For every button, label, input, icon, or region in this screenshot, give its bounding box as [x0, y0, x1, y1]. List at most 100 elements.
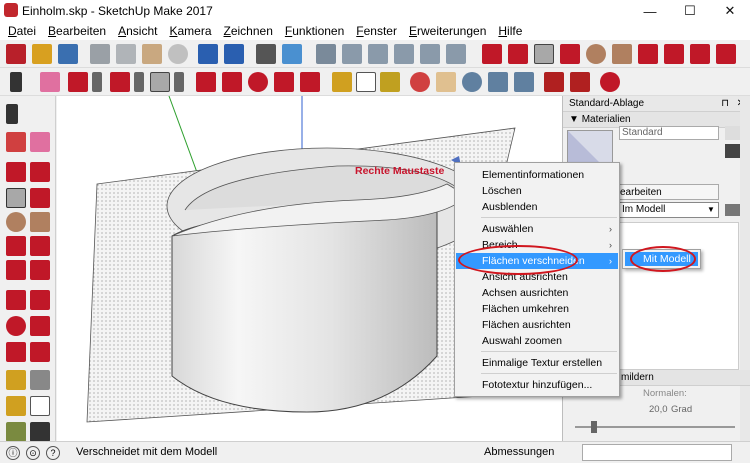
zoom-icon[interactable] — [462, 72, 482, 92]
paint-bucket-icon[interactable] — [380, 72, 400, 92]
scale-icon[interactable] — [274, 72, 294, 92]
question-icon[interactable]: ? — [46, 446, 60, 460]
menu-item-loeschen[interactable]: Löschen — [456, 183, 618, 199]
top-view-icon[interactable] — [342, 44, 362, 64]
move-left-icon[interactable] — [6, 290, 26, 310]
menu-zeichnen[interactable]: Zeichnen — [218, 24, 279, 38]
menu-item-einmalige-textur[interactable]: Einmalige Textur erstellen — [456, 355, 618, 371]
tray-scrollbar[interactable] — [740, 96, 750, 441]
pushpull-left-icon[interactable] — [30, 290, 50, 310]
material-name-field[interactable]: Standard — [619, 126, 719, 140]
ruby-icon[interactable] — [600, 72, 620, 92]
pie-left-icon[interactable] — [30, 260, 50, 280]
tab-edit[interactable]: earbeiten — [619, 184, 719, 200]
dimension-left-icon[interactable] — [30, 370, 50, 390]
paste-icon[interactable] — [142, 44, 162, 64]
menu-item-fototextur[interactable]: Fototextur hinzufügen... — [456, 377, 618, 393]
pan-hand-icon[interactable] — [436, 72, 456, 92]
tape-left-icon[interactable] — [6, 370, 26, 390]
menu-item-elementinformationen[interactable]: Elementinformationen — [456, 167, 618, 183]
line-dropdown-icon[interactable] — [92, 72, 102, 92]
offset-icon[interactable] — [300, 72, 320, 92]
protractor-left-icon[interactable] — [6, 396, 26, 416]
arc2-left-icon[interactable] — [30, 236, 50, 256]
menu-fenster[interactable]: Fenster — [350, 24, 403, 38]
front-view-icon[interactable] — [368, 44, 388, 64]
zoom-extents-icon[interactable] — [514, 72, 534, 92]
rectangle-left-icon[interactable] — [6, 188, 26, 208]
arc-dropdown-icon[interactable] — [134, 72, 144, 92]
undo-icon[interactable] — [198, 44, 218, 64]
axes-left-icon[interactable] — [6, 422, 26, 442]
menu-item-flaechen-ausrichten[interactable]: Flächen ausrichten — [456, 317, 618, 333]
scale-left-icon[interactable] — [6, 342, 26, 362]
polygon-left-icon[interactable] — [30, 212, 50, 232]
geo-icon[interactable]: ⊙ — [26, 446, 40, 460]
text-icon[interactable] — [356, 72, 376, 92]
select-arrow-icon[interactable] — [10, 72, 22, 92]
circle-icon[interactable] — [586, 44, 606, 64]
iso-view-icon[interactable] — [316, 44, 336, 64]
menu-datei[interactable]: Datei — [2, 24, 42, 38]
select-icon[interactable] — [6, 104, 18, 124]
right-view-icon[interactable] — [394, 44, 414, 64]
offset-left-icon[interactable] — [30, 342, 50, 362]
zoom-window-icon[interactable] — [488, 72, 508, 92]
collection-dropdown[interactable]: Im Modell — [619, 202, 719, 218]
extension-warehouse-icon[interactable] — [570, 72, 590, 92]
move-icon[interactable] — [222, 72, 242, 92]
freehand-left-icon[interactable] — [30, 162, 50, 182]
erase-icon[interactable] — [168, 44, 188, 64]
arc-tool-icon[interactable] — [110, 72, 130, 92]
shape-tool-icon[interactable] — [150, 72, 170, 92]
circle-left-icon[interactable] — [6, 212, 26, 232]
save-icon[interactable] — [58, 44, 78, 64]
eraser-left-icon[interactable] — [30, 132, 50, 152]
copy-icon[interactable] — [116, 44, 136, 64]
tape-measure-icon[interactable] — [332, 72, 352, 92]
warehouse-icon[interactable] — [544, 72, 564, 92]
rotate-icon[interactable] — [248, 72, 268, 92]
component-icon[interactable] — [6, 132, 26, 152]
menu-item-achsen-ausrichten[interactable]: Achsen ausrichten — [456, 285, 618, 301]
new-file-icon[interactable] — [6, 44, 26, 64]
close-button[interactable]: ✕ — [710, 0, 750, 22]
shape-dropdown-icon[interactable] — [174, 72, 184, 92]
eraser-icon[interactable] — [40, 72, 60, 92]
angle-slider-thumb[interactable] — [591, 421, 597, 433]
arc-left-icon[interactable] — [6, 236, 26, 256]
line-left-icon[interactable] — [6, 162, 26, 182]
menu-bearbeiten[interactable]: Bearbeiten — [42, 24, 112, 38]
rotated-rect-left-icon[interactable] — [30, 188, 50, 208]
menu-item-auswahl-zoomen[interactable]: Auswahl zoomen — [456, 333, 618, 349]
measurements-box[interactable] — [582, 444, 732, 461]
menu-kamera[interactable]: Kamera — [163, 24, 217, 38]
rotate-left-icon[interactable] — [6, 316, 26, 336]
model-info-icon[interactable] — [282, 44, 302, 64]
3dtext-left-icon[interactable] — [30, 422, 50, 442]
pencil-icon[interactable] — [482, 44, 502, 64]
arc3-left-icon[interactable] — [6, 260, 26, 280]
menu-hilfe[interactable]: Hilfe — [492, 24, 528, 38]
push-pull-icon[interactable] — [196, 72, 216, 92]
open-folder-icon[interactable] — [32, 44, 52, 64]
menu-ansicht[interactable]: Ansicht — [112, 24, 163, 38]
maximize-button[interactable]: ☐ — [670, 0, 710, 22]
arc-icon[interactable] — [638, 44, 658, 64]
menu-item-flaechen-umkehren[interactable]: Flächen umkehren — [456, 301, 618, 317]
redo-icon[interactable] — [224, 44, 244, 64]
back-view-icon[interactable] — [420, 44, 440, 64]
arc3-icon[interactable] — [690, 44, 710, 64]
followme-left-icon[interactable] — [30, 316, 50, 336]
pin-icon[interactable]: ⊓ — [721, 96, 729, 112]
chevron-down-icon[interactable]: ▼ — [705, 203, 717, 217]
menu-funktionen[interactable]: Funktionen — [279, 24, 350, 38]
orbit-icon[interactable] — [410, 72, 430, 92]
rectangle-icon[interactable] — [534, 44, 554, 64]
angle-slider-track[interactable] — [575, 426, 735, 428]
pie-icon[interactable] — [716, 44, 736, 64]
freehand-icon[interactable] — [508, 44, 528, 64]
menu-item-ausblenden[interactable]: Ausblenden — [456, 199, 618, 215]
minimize-button[interactable]: — — [630, 0, 670, 22]
rotated-rectangle-icon[interactable] — [560, 44, 580, 64]
